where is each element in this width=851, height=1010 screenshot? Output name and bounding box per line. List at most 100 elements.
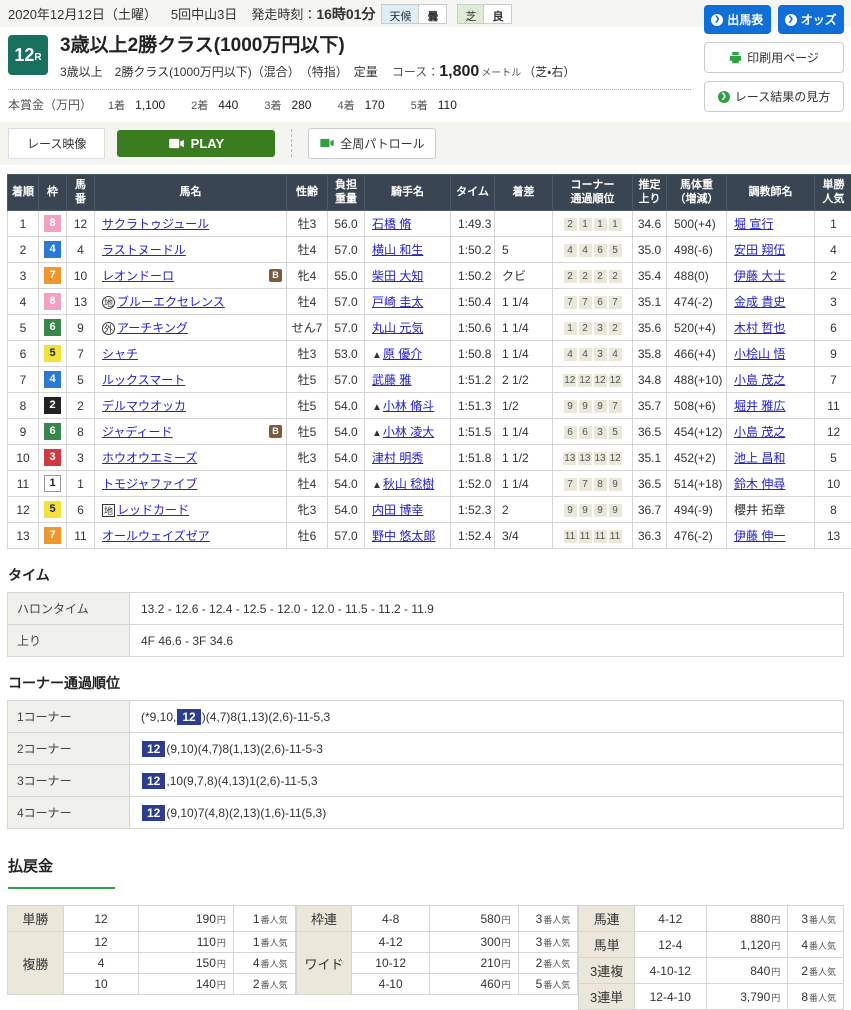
result-row: 4813地ブルーエクセレンス牡457.0戸崎 圭太1:50.41 1/47767… [8,289,851,315]
horse-link[interactable]: トモジャファイブ [102,477,197,491]
corner-positions: 4465 [553,237,633,263]
frame-number-badge: 5 [44,501,61,518]
odds-button[interactable]: ❯ オッズ [778,5,845,34]
weather-badge: 天候 曇 [381,4,447,24]
results-table: 着順枠馬 番馬名性齢負担 重量騎手名タイム着差コーナー 通過順位推定 上り馬体重… [7,174,851,550]
jockey-link[interactable]: 小林 脩斗 [383,399,434,413]
corner-positions: 4434 [553,341,633,367]
horse-link[interactable]: サクラトゥジュール [102,217,209,231]
bet-combination: 12 [63,932,139,953]
horse-link[interactable]: ルックスマート [102,373,185,387]
jockey-cell: ▲原 優介 [365,341,451,367]
corner-order-row: 1コーナー(*9,10,12)(4,7)8(1,13)(2,6)-11-5,3 [8,701,844,733]
corner-position: 12 [609,452,622,465]
patrol-video-button[interactable]: 全周パトロール [308,128,436,159]
trainer-link[interactable]: 木村 哲也 [734,321,785,335]
jockey-link[interactable]: 津村 明秀 [372,451,423,465]
jockey-link[interactable]: 野中 悠太郎 [372,529,435,543]
jockey-link[interactable]: 秋山 稔樹 [383,477,434,491]
sex-age: 牝4 [287,263,328,289]
trainer-link[interactable]: 伊藤 大士 [734,269,785,283]
corner-position: 9 [564,400,577,413]
trainer-link[interactable]: 池上 昌和 [734,451,785,465]
jockey-link[interactable]: 原 優介 [383,347,422,361]
margin: 5 [495,237,553,263]
margin: 3/4 [495,523,553,549]
entry-table-button[interactable]: ❯ 出馬表 [704,5,771,34]
corner-positions: 1232 [553,315,633,341]
win-popularity: 6 [815,315,851,341]
result-row: 745ルックスマート牡557.0武藤 雅1:51.22 1/2121212123… [8,367,851,393]
jockey-link[interactable]: 小林 凌大 [383,425,434,439]
trainer-link[interactable]: 伊藤 伸一 [734,529,785,543]
jockey-link[interactable]: 戸崎 圭太 [372,295,423,309]
horse-origin-marker: 地 [102,296,115,309]
horse-link[interactable]: ジャディード [102,425,173,439]
corner-positions: 13131312 [553,445,633,471]
corner-position: 2 [609,322,622,335]
jockey-link[interactable]: 柴田 大知 [372,269,423,283]
payout-popularity: 5番人気 [518,974,578,995]
horse-link[interactable]: レオンドーロ [102,269,174,283]
trainer-link[interactable]: 小桧山 悟 [734,347,785,361]
row-label: 3コーナー [8,765,130,797]
print-page-button[interactable]: 印刷用ページ [704,42,844,73]
jockey-link[interactable]: 丸山 元気 [372,321,423,335]
horse-weight: 452(+2) [667,445,727,471]
corner-positions: 9997 [553,393,633,419]
horse-link[interactable]: ラストヌードル [102,243,186,257]
margin: 1 1/4 [495,419,553,445]
horse-link[interactable]: アーチキング [117,321,188,335]
course-distance: 1,800 [439,63,479,81]
divider [291,129,292,157]
payout-table: 枠連4-8580円3番人気ワイド4-12300円3番人気10-12210円2番人… [296,905,579,995]
trainer-link[interactable]: 小島 茂之 [734,373,785,387]
play-video-button[interactable]: PLAY [117,130,275,157]
horse-link[interactable]: ホウオウエミーズ [102,451,197,465]
trainer-link[interactable]: 堀井 雅広 [734,399,785,413]
finish-position: 9 [8,419,39,445]
result-row: 569外アーチキングせん757.0丸山 元気1:50.61 1/4123235.… [8,315,851,341]
sex-age: 牡4 [287,289,328,315]
finish-time: 1:49.3 [451,211,495,237]
payout-popularity: 2番人気 [788,958,844,984]
jockey-cell: 内田 博幸 [365,497,451,523]
jockey-link[interactable]: 武藤 雅 [372,373,411,387]
trainer-link[interactable]: 堀 宣行 [734,217,773,231]
horse-weight: 466(+4) [667,341,727,367]
results-guide-button[interactable]: ❯ レース結果の見方 [704,81,844,112]
horse-link[interactable]: ブルーエクセレンス [117,295,225,309]
horse-link[interactable]: シャチ [102,347,138,361]
trainer-cell: 小島 茂之 [727,367,815,393]
column-header: タイム [451,174,495,211]
jockey-link[interactable]: 内田 博幸 [372,503,423,517]
trainer-link[interactable]: 小島 茂之 [734,425,785,439]
trainer-link[interactable]: 鈴木 伸尋 [734,477,785,491]
column-header: 推定 上り [633,174,667,211]
finish-time: 1:51.5 [451,419,495,445]
horse-link[interactable]: レッドカード [117,503,189,517]
jockey-link[interactable]: 横山 和生 [372,243,423,257]
corner-position: 6 [594,296,607,309]
bet-combination: 10 [63,974,139,995]
frame-cell: 5 [39,497,67,523]
trainer-cell: 堀 宣行 [727,211,815,237]
corner-position: 7 [609,400,622,413]
last-3f-time: 36.5 [633,471,667,497]
corner-position: 12 [563,374,576,387]
trainer-link[interactable]: 金成 貴史 [734,295,785,309]
jockey-link[interactable]: 石橋 脩 [372,217,411,231]
horse-link[interactable]: オールウェイズゼア [102,529,210,543]
frame-number-badge: 4 [44,371,61,388]
corner-table-body: 1コーナー(*9,10,12)(4,7)8(1,13)(2,6)-11-5,32… [8,701,844,829]
finish-position: 1 [8,211,39,237]
corner-position: 7 [564,296,577,309]
column-header: 負担 重量 [328,174,365,211]
race-conditions: 3歳以上 2勝クラス(1000万円以下)（混合） （特指） 定量 コース： 1,… [60,63,575,81]
finish-position: 8 [8,393,39,419]
sex-age: 牡3 [287,211,328,237]
horse-link[interactable]: デルマウオッカ [102,399,186,413]
jockey-cell: 丸山 元気 [365,315,451,341]
trainer-link[interactable]: 安田 翔伍 [734,243,785,257]
column-header: コーナー 通過順位 [553,174,633,211]
